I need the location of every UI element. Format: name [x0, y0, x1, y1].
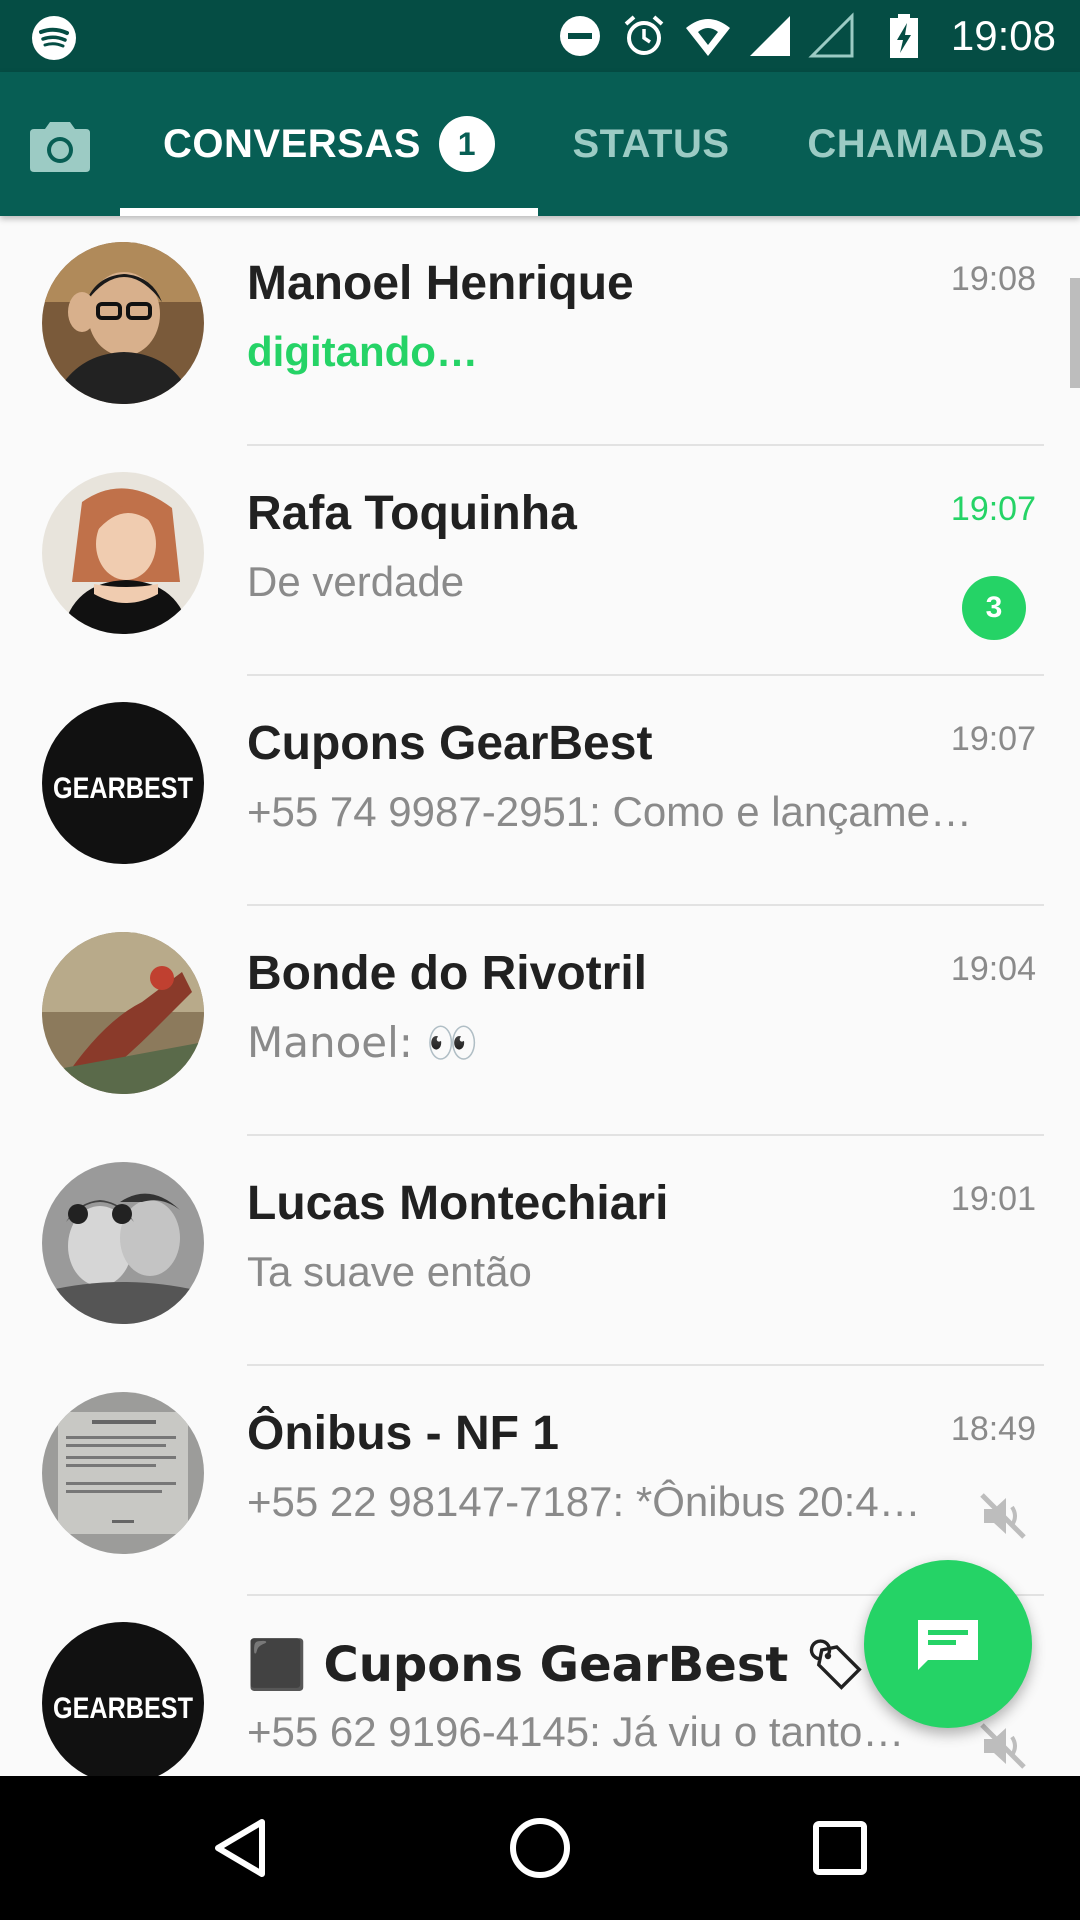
chat-row[interactable]: Lucas Montechiari 19:01 Ta suave então	[0, 1136, 1080, 1366]
tab-conversas[interactable]: CONVERSAS 1	[120, 72, 538, 216]
chat-time: 18:49	[950, 1410, 1036, 1448]
avatar[interactable]	[42, 1392, 204, 1554]
clock: 19:08	[950, 12, 1056, 59]
last-message: Ta suave então	[247, 1248, 532, 1295]
chat-name: Manoel Henrique	[247, 257, 634, 310]
chat-name: Ônibus - NF 1	[247, 1407, 559, 1460]
chat-row[interactable]: Manoel Henrique 19:08 digitando…	[0, 216, 1080, 446]
tab-bar: CONVERSAS 1 STATUS CHAMADAS	[0, 72, 1080, 216]
navigation-bar	[0, 1776, 1080, 1920]
spotify-icon	[32, 16, 76, 60]
chat-name: Lucas Montechiari	[247, 1177, 669, 1230]
chat-time: 19:01	[950, 1180, 1036, 1218]
chat-time: 19:07	[950, 490, 1036, 528]
last-message: +55 62 9196-4145: Já viu o tanto…	[247, 1708, 905, 1755]
new-chat-button[interactable]	[864, 1560, 1032, 1728]
last-message: +55 74 9987-2951: Como e lançame…	[247, 788, 972, 835]
gearbest-logo: GEARBEST	[53, 1692, 193, 1725]
signal-empty-icon	[808, 12, 854, 58]
last-message: +55 22 98147-7187: *Ônibus 20:4…	[247, 1478, 921, 1525]
unread-badge: 3	[962, 576, 1026, 640]
tab-conversas-label: CONVERSAS	[163, 121, 421, 166]
battery-charging-icon	[890, 14, 918, 58]
typing-indicator: digitando…	[247, 328, 478, 375]
chat-name: Cupons GearBest	[247, 717, 653, 770]
signal-icon	[750, 16, 790, 56]
muted-icon	[980, 1493, 1026, 1539]
chat-row[interactable]: GEARBEST Cupons GearBest 19:07 +55 74 99…	[0, 676, 1080, 906]
chat-row[interactable]: Ônibus - NF 1 18:49 +55 22 98147-7187: *…	[0, 1366, 1080, 1596]
last-message: De verdade	[247, 558, 465, 605]
avatar[interactable]	[42, 932, 204, 1094]
avatar[interactable]	[42, 242, 204, 404]
status-bar: 19:08	[0, 0, 1080, 72]
chat-row[interactable]: Bonde do Rivotril 19:04 Manoel: 👀	[0, 906, 1080, 1136]
back-icon[interactable]	[206, 1812, 278, 1884]
alarm-icon	[624, 15, 664, 55]
tab-chamadas-label: CHAMADAS	[807, 121, 1045, 166]
tab-chamadas[interactable]: CHAMADAS	[790, 72, 1062, 216]
new-chat-icon	[918, 1620, 978, 1670]
home-icon[interactable]	[504, 1812, 576, 1884]
do-not-disturb-icon	[560, 16, 600, 56]
unread-count-badge: 1	[438, 116, 495, 172]
scrollbar[interactable]	[1070, 278, 1080, 388]
chat-row[interactable]: Rafa Toquinha 19:07 De verdade 3	[0, 446, 1080, 676]
chat-time: 19:04	[950, 950, 1036, 988]
avatar[interactable]	[42, 472, 204, 634]
wifi-icon	[686, 19, 730, 56]
muted-icon	[980, 1723, 1026, 1769]
chat-time: 19:07	[950, 720, 1036, 758]
last-message: Manoel: 👀	[247, 1018, 479, 1067]
camera-icon[interactable]	[28, 118, 92, 174]
recents-icon[interactable]	[804, 1812, 876, 1884]
active-tab-indicator	[120, 208, 538, 216]
chat-time: 19:08	[950, 260, 1036, 298]
gearbest-logo: GEARBEST	[53, 772, 193, 805]
avatar[interactable]: GEARBEST	[42, 702, 204, 864]
chat-name: ⬛ Cupons GearBest 🏷	[247, 1637, 866, 1693]
tab-status[interactable]: STATUS	[548, 72, 754, 216]
chat-name: Rafa Toquinha	[247, 487, 577, 540]
tab-status-label: STATUS	[572, 121, 730, 166]
avatar[interactable]: GEARBEST	[42, 1622, 204, 1776]
chat-name: Bonde do Rivotril	[247, 947, 647, 1000]
avatar[interactable]	[42, 1162, 204, 1324]
chat-list[interactable]: Manoel Henrique 19:08 digitando… Rafa To…	[0, 216, 1080, 1776]
